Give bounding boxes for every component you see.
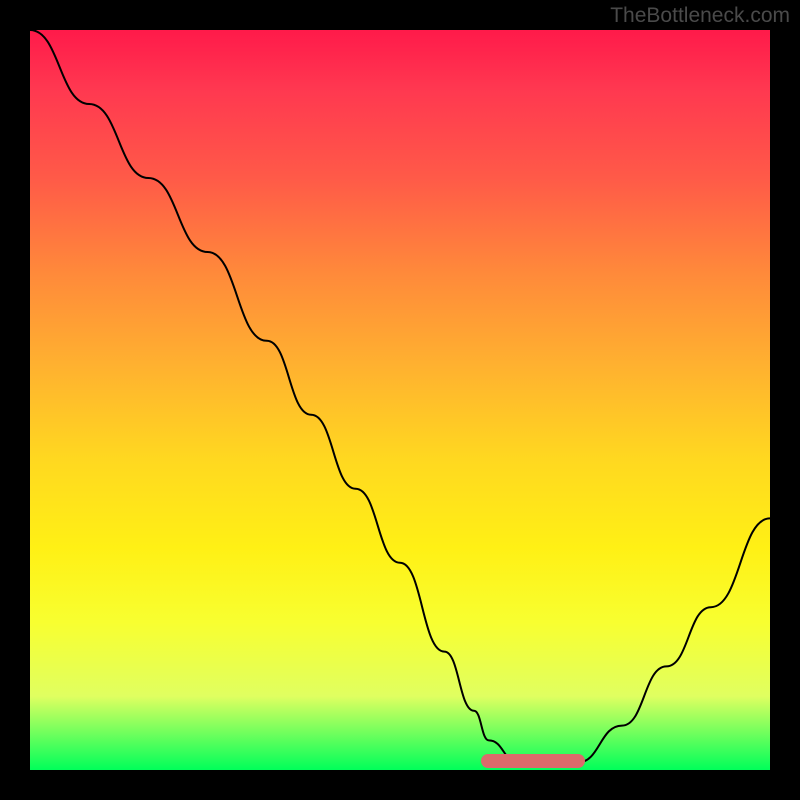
curve-svg <box>30 30 770 770</box>
bottleneck-curve-path <box>30 30 770 766</box>
optimal-range-highlight <box>481 754 585 768</box>
watermark-text: TheBottleneck.com <box>610 4 790 28</box>
chart-plot-area <box>30 30 770 770</box>
